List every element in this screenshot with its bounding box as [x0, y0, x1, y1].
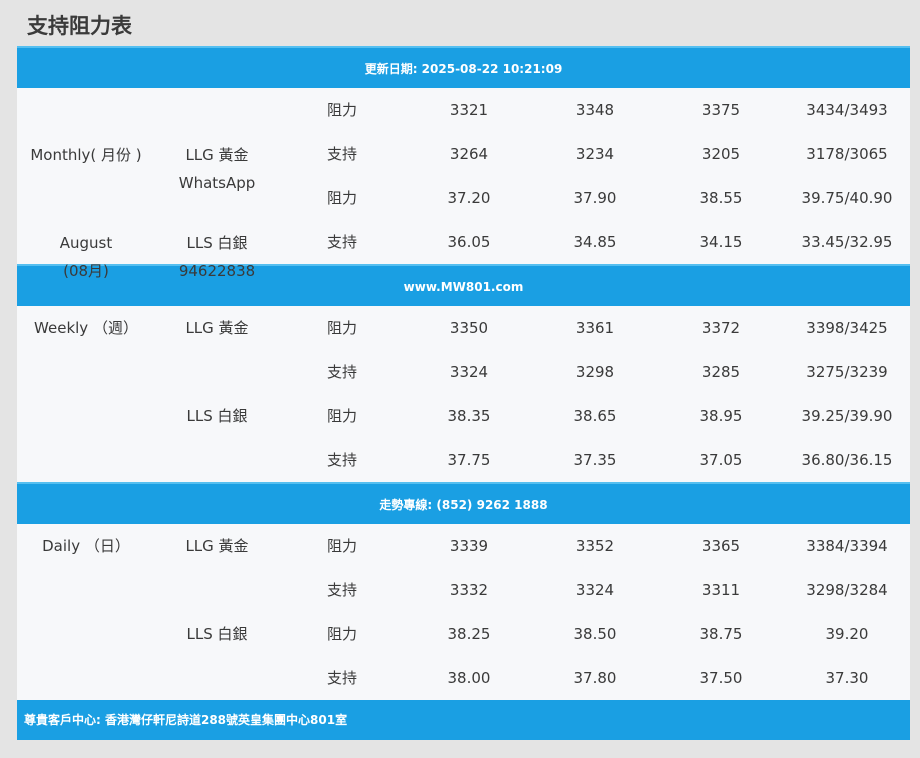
value-cell: 3285: [701, 363, 741, 381]
value-cell: 3178/3065: [806, 145, 888, 163]
value-cell: 3348: [575, 101, 615, 119]
value-cell: 3275/3239: [806, 363, 888, 381]
value-cell: 3298: [575, 363, 615, 381]
value-cell: 33.45/32.95: [801, 233, 893, 251]
daily-section: Daily （日） LLG 黃金 LLS 白銀 阻力 3339 3352 336…: [17, 524, 910, 700]
table-row: 阻力 3339 3352 3365 3384/3394: [17, 524, 910, 568]
value-cell: 34.85: [573, 233, 617, 251]
value-cell: 37.20: [447, 189, 491, 207]
support-resistance-table: 更新日期: 2025-08-22 10:21:09 Monthly( 月份 ) …: [17, 46, 910, 740]
value-cell: 39.20: [825, 625, 869, 643]
table-row: 阻力 38.25 38.50 38.75 39.20: [17, 612, 910, 656]
value-cell: 38.25: [447, 625, 491, 643]
value-cell: 3398/3425: [806, 319, 888, 337]
value-cell: 3332: [449, 581, 489, 599]
value-cell: 37.80: [573, 669, 617, 687]
value-cell: 3234: [575, 145, 615, 163]
row-type: 阻力: [327, 407, 358, 425]
value-cell: 3350: [449, 319, 489, 337]
value-cell: 3324: [575, 581, 615, 599]
row-type: 阻力: [327, 101, 358, 119]
value-cell: 38.75: [699, 625, 743, 643]
table-row: 支持 37.75 37.35 37.05 36.80/36.15: [17, 438, 910, 482]
row-type: 阻力: [327, 537, 358, 555]
value-cell: 38.35: [447, 407, 491, 425]
value-cell: 3375: [701, 101, 741, 119]
monthly-section: Monthly( 月份 ) August (08月) LLG 黃金 WhatsA…: [17, 88, 910, 280]
hotline-banner: 走勢專線: (852) 9262 1888: [17, 482, 910, 524]
row-type: 支持: [327, 669, 358, 687]
value-cell: 39.75/40.90: [801, 189, 893, 207]
value-cell: 3205: [701, 145, 741, 163]
value-cell: 3352: [575, 537, 615, 555]
value-cell: 3434/3493: [806, 101, 888, 119]
table-row: 支持 3332 3324 3311 3298/3284: [17, 568, 910, 612]
value-cell: 3264: [449, 145, 489, 163]
value-cell: 34.15: [699, 233, 743, 251]
table-row: 阻力 38.35 38.65 38.95 39.25/39.90: [17, 394, 910, 438]
value-cell: 3384/3394: [806, 537, 888, 555]
value-cell: 3324: [449, 363, 489, 381]
value-cell: 36.05: [447, 233, 491, 251]
update-date-banner: 更新日期: 2025-08-22 10:21:09: [17, 46, 910, 88]
value-cell: 3321: [449, 101, 489, 119]
row-type: 阻力: [327, 319, 358, 337]
table-row: 阻力 3350 3361 3372 3398/3425: [17, 306, 910, 350]
row-type: 支持: [327, 233, 358, 251]
value-cell: 36.80/36.15: [801, 451, 893, 469]
value-cell: 37.05: [699, 451, 743, 469]
table-row: 阻力 3321 3348 3375 3434/3493: [17, 88, 910, 132]
row-type: 支持: [327, 451, 358, 469]
value-cell: 3339: [449, 537, 489, 555]
row-type: 支持: [327, 363, 358, 381]
value-cell: 38.00: [447, 669, 491, 687]
table-row: 支持 3324 3298 3285 3275/3239: [17, 350, 910, 394]
value-cell: 37.90: [573, 189, 617, 207]
row-type: 阻力: [327, 625, 358, 643]
value-cell: 37.35: [573, 451, 617, 469]
table-row: 阻力 37.20 37.90 38.55 39.75/40.90: [17, 176, 910, 220]
value-cell: 3311: [701, 581, 741, 599]
value-cell: 38.65: [573, 407, 617, 425]
row-type: 支持: [327, 145, 358, 163]
value-cell: 3298/3284: [806, 581, 888, 599]
address-banner: 尊貴客戶中心: 香港灣仔軒尼詩道288號英皇集團中心801室: [17, 700, 910, 740]
table-row: 支持 38.00 37.80 37.50 37.30: [17, 656, 910, 700]
value-cell: 38.55: [699, 189, 743, 207]
row-type: 支持: [327, 581, 358, 599]
value-cell: 3361: [575, 319, 615, 337]
value-cell: 39.25/39.90: [801, 407, 893, 425]
value-cell: 3372: [701, 319, 741, 337]
page-title: 支持阻力表: [27, 14, 132, 38]
table-row: 支持 3264 3234 3205 3178/3065: [17, 132, 910, 176]
value-cell: 37.30: [825, 669, 869, 687]
row-type: 阻力: [327, 189, 358, 207]
table-row: 支持 36.05 34.85 34.15 33.45/32.95: [17, 220, 910, 264]
value-cell: 3365: [701, 537, 741, 555]
value-cell: 37.75: [447, 451, 491, 469]
value-cell: 38.50: [573, 625, 617, 643]
weekly-section: Weekly （週） LLG 黃金 LLS 白銀 阻力 3350 3361 33…: [17, 306, 910, 482]
value-cell: 38.95: [699, 407, 743, 425]
value-cell: 37.50: [699, 669, 743, 687]
